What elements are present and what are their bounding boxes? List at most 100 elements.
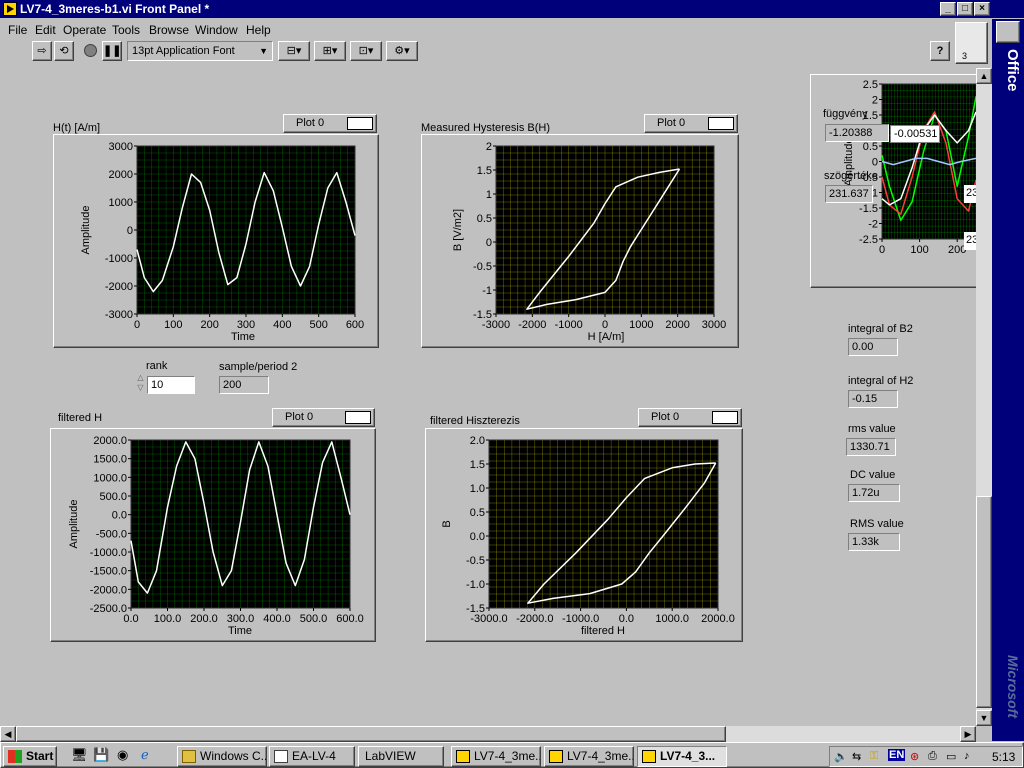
x-tick-label: 1000.0: [655, 613, 689, 625]
y-axis-label: Amplitude: [68, 500, 80, 549]
volume-icon[interactable]: 🔈: [834, 750, 848, 763]
y-tick-label: 1: [486, 189, 492, 201]
y-tick-label: -0.5: [473, 261, 492, 273]
menu-window[interactable]: Window: [195, 23, 238, 37]
y-tick-label: -2: [868, 219, 878, 231]
x-tick-label: 300: [237, 319, 255, 331]
task-lv7-4-b[interactable]: LV7-4_3me...: [544, 746, 634, 767]
vertical-scrollbar[interactable]: ▲ ▼: [976, 68, 992, 726]
show-desktop-icon[interactable]: 🖥: [71, 747, 89, 765]
integral-h2-label: integral of H2: [848, 375, 914, 387]
minimize-button[interactable]: _: [940, 2, 956, 16]
resize-objects-icon[interactable]: ⊡▾: [350, 41, 382, 61]
x-tick-label: 600.0: [336, 613, 364, 625]
key-icon[interactable]: ⚿: [870, 750, 878, 763]
run-arrow-icon[interactable]: ⇨: [32, 41, 52, 61]
task-labview[interactable]: LabVIEW: [358, 746, 444, 767]
fuggveny-value: -1.20388: [825, 124, 889, 142]
sample-period-label: sample/period 2: [219, 361, 298, 373]
task-lv7-4-a[interactable]: LV7-4_3me...: [451, 746, 541, 767]
align-objects-icon[interactable]: ⊟▾: [278, 41, 310, 61]
distribute-objects-icon[interactable]: ⊞▾: [314, 41, 346, 61]
integral-b2-label: integral of B2: [848, 323, 913, 335]
menu-help[interactable]: Help: [246, 23, 271, 37]
printer-icon[interactable]: ⎙: [928, 750, 937, 763]
vertical-scroll-thumb[interactable]: [976, 496, 992, 708]
language-indicator[interactable]: EN: [888, 749, 906, 761]
front-panel: H(t) [A/m] Plot 0 0 100 200 300 400 500 600 300…: [0, 68, 976, 726]
quicklaunch-ie-icon[interactable]: ℯ: [141, 747, 159, 765]
graph-fh-legend[interactable]: Plot 0: [272, 408, 375, 427]
font-selector[interactable]: 13pt Application Font ▼: [127, 41, 273, 61]
y-tick-label: -2000: [105, 281, 133, 293]
x-tick-label: 200.0: [190, 613, 218, 625]
vi-connector-icon[interactable]: 3: [955, 22, 988, 64]
graph-bh-plot: -3000 -2000 -1000 0 1000 2000 300021.510.50-0.…: [452, 141, 726, 343]
y-tick-label: 2: [486, 141, 492, 153]
abort-icon[interactable]: [80, 41, 100, 61]
szogerteke-value: 231.637: [825, 185, 873, 203]
start-button[interactable]: Start: [3, 746, 57, 767]
task-windows-commander[interactable]: Windows C...: [177, 746, 267, 767]
x-axis-label: filtered H: [581, 625, 625, 637]
y-tick-label: 2000: [109, 169, 133, 181]
y-tick-label: -2500.0: [90, 603, 127, 615]
maximize-button[interactable]: □: [957, 2, 973, 16]
pause-icon[interactable]: ❚❚: [102, 41, 122, 61]
menu-edit[interactable]: Edit: [35, 23, 56, 37]
graph-ht-legend[interactable]: Plot 0: [283, 114, 377, 133]
x-tick-label: 2000.0: [701, 613, 735, 625]
x-tick-label: -2000: [518, 319, 546, 331]
help-button[interactable]: ?: [930, 41, 950, 61]
network-icon[interactable]: ⇆: [852, 750, 861, 763]
window-title-bar[interactable]: LV7-4_3meres-b1.vi Front Panel * _ □ ×: [0, 0, 1024, 18]
x-tick-label: 500: [309, 319, 327, 331]
graph-fhys-plot: -3000.0 -2000.0 -1000.0 0.0 1000.0 2000.02.01…: [441, 435, 735, 637]
run-continuously-icon[interactable]: ⟲: [54, 41, 74, 61]
menu-operate[interactable]: Operate: [63, 23, 106, 37]
close-button[interactable]: ×: [974, 2, 990, 16]
reorder-icon[interactable]: ⚙▾: [386, 41, 418, 61]
cursor-value: -0.00531: [890, 125, 940, 143]
rms-label: rms value: [848, 423, 896, 435]
menu-browse[interactable]: Browse: [149, 23, 189, 37]
task-lv7-4-active[interactable]: LV7-4_3...: [637, 746, 727, 767]
y-tick-label: 1.0: [470, 483, 485, 495]
toolbar: ⇨ ⟲ ❚❚ 13pt Application Font ▼ ⊟▾ ⊞▾ ⊡▾ ⚙…: [0, 22, 990, 66]
chevron-down-icon: ▼: [259, 46, 268, 56]
rank-input[interactable]: 10: [147, 376, 195, 394]
office-bar-icon[interactable]: [996, 21, 1020, 43]
taskbar: Start 🖥 💾 ◉ ℯ Windows C... EA-LV-4 LabVI…: [0, 742, 1024, 768]
scroll-down-icon[interactable]: ▼: [976, 710, 992, 726]
graph-fhys-legend[interactable]: Plot 0: [638, 408, 742, 427]
y-tick-label: -1.5: [466, 603, 485, 615]
graph-fh-plot: 0.0 100.0 200.0 300.0 400.0 500.0 600.0 2000.0 1…: [68, 435, 364, 637]
graph-fh-label: filtered H: [58, 412, 103, 424]
quicklaunch-media-icon[interactable]: ◉: [117, 747, 135, 765]
y-axis-label: B [V/m2]: [452, 209, 464, 251]
x-tick-label: 200: [200, 319, 218, 331]
antivirus-icon[interactable]: ⊛: [910, 750, 919, 763]
y-tick-label: 500.0: [99, 491, 127, 503]
scroll-right-icon[interactable]: ▶: [960, 726, 976, 742]
x-tick-label: -1000: [555, 319, 583, 331]
y-tick-label: 1.5: [470, 459, 485, 471]
x-axis-label: H [A/m]: [588, 331, 625, 343]
vi-icon: [549, 750, 563, 763]
rank-stepper-icon[interactable]: △ ▽: [135, 373, 146, 395]
task-ea-lv-4[interactable]: EA-LV-4: [269, 746, 355, 767]
menu-tools[interactable]: Tools: [112, 23, 140, 37]
horizontal-scroll-thumb[interactable]: [16, 726, 726, 742]
horizontal-scrollbar[interactable]: ◀ ▶: [0, 726, 976, 742]
y-tick-label: 0.0: [112, 510, 127, 522]
graph-ht-plot: 0 100 200 300 400 500 600 3000 2000 1000 0 -1000 -20…: [80, 141, 364, 343]
quicklaunch-save-icon[interactable]: 💾: [93, 747, 111, 765]
menu-file[interactable]: File: [8, 23, 27, 37]
graph-bh-legend[interactable]: Plot 0: [644, 114, 738, 133]
scroll-up-icon[interactable]: ▲: [976, 68, 992, 84]
speaker-icon[interactable]: ♪: [964, 750, 970, 762]
scroll-left-icon[interactable]: ◀: [0, 726, 16, 742]
sample-period-value: 200: [219, 376, 269, 394]
graph-fhys-label: filtered Hiszterezis: [430, 415, 520, 427]
monitor-icon[interactable]: ▭: [946, 750, 956, 763]
